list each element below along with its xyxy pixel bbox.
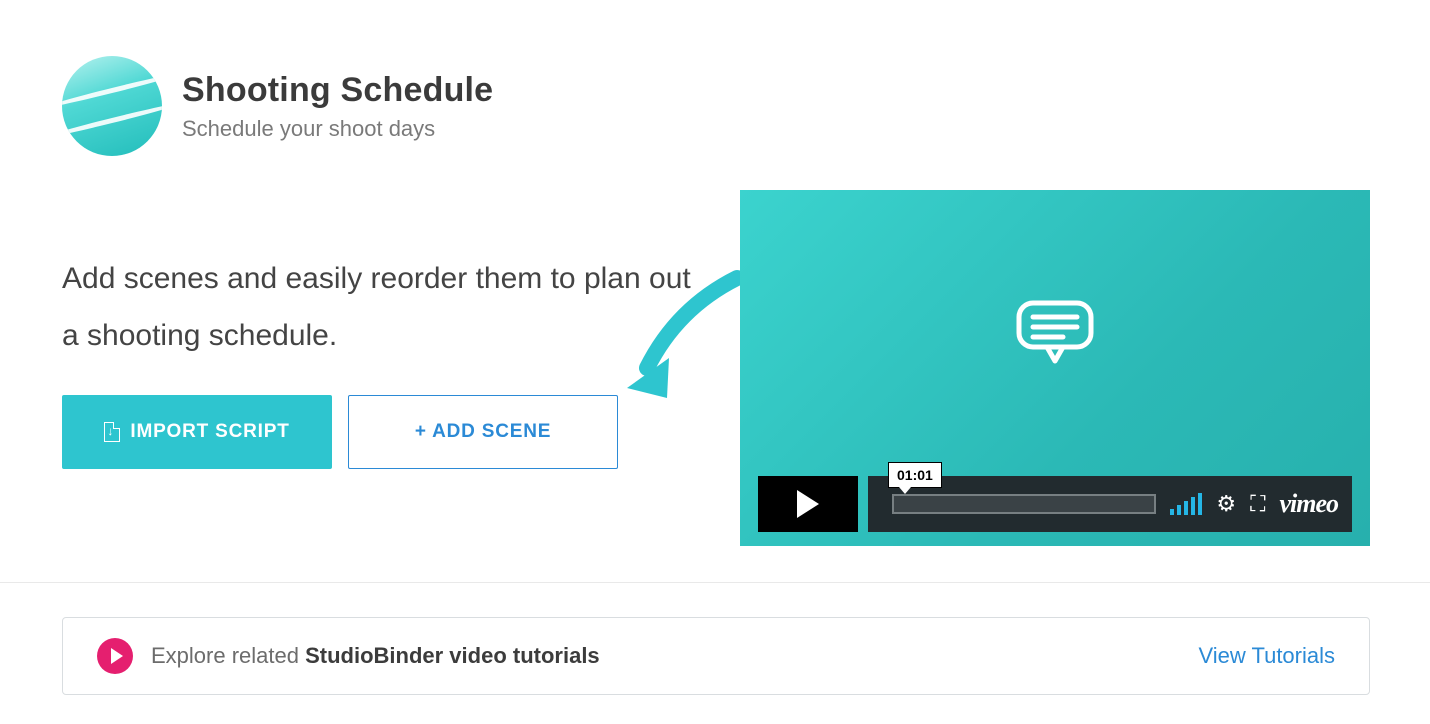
video-control-bar: 01:01 ⚙ ⛶ vimeo bbox=[868, 476, 1352, 532]
import-script-label: IMPORT SCRIPT bbox=[130, 421, 289, 443]
tutorials-banner: Explore related StudioBinder video tutor… bbox=[62, 617, 1370, 695]
page-title: Shooting Schedule bbox=[182, 71, 493, 110]
banner-prefix: Explore related bbox=[151, 643, 305, 668]
shooting-schedule-logo bbox=[62, 56, 162, 156]
speech-bubble-icon bbox=[1013, 297, 1097, 367]
fullscreen-icon[interactable]: ⛶ bbox=[1250, 491, 1265, 517]
volume-icon[interactable] bbox=[1170, 493, 1202, 515]
play-icon bbox=[797, 490, 819, 518]
video-time-tooltip: 01:01 bbox=[888, 462, 942, 488]
banner-play-icon bbox=[97, 638, 133, 674]
add-scene-label: + ADD SCENE bbox=[415, 421, 551, 443]
document-import-icon bbox=[104, 422, 120, 442]
play-icon bbox=[111, 648, 123, 664]
banner-text: Explore related StudioBinder video tutor… bbox=[151, 643, 600, 669]
settings-gear-icon[interactable]: ⚙ bbox=[1216, 491, 1236, 517]
page-subtitle: Schedule your shoot days bbox=[182, 116, 493, 142]
video-progress-bar[interactable]: 01:01 bbox=[892, 494, 1156, 514]
page-header: Shooting Schedule Schedule your shoot da… bbox=[62, 56, 493, 156]
import-script-button[interactable]: IMPORT SCRIPT bbox=[62, 395, 332, 469]
description-text: Add scenes and easily reorder them to pl… bbox=[62, 250, 712, 364]
video-play-button[interactable] bbox=[758, 476, 858, 532]
view-tutorials-link[interactable]: View Tutorials bbox=[1198, 643, 1335, 669]
vimeo-logo[interactable]: vimeo bbox=[1279, 489, 1338, 519]
section-divider bbox=[0, 582, 1430, 583]
banner-strong: StudioBinder video tutorials bbox=[305, 643, 600, 668]
main-area: Add scenes and easily reorder them to pl… bbox=[62, 190, 1370, 550]
action-button-row: IMPORT SCRIPT + ADD SCENE bbox=[62, 395, 618, 469]
tutorial-video-thumbnail[interactable]: 01:01 ⚙ ⛶ vimeo bbox=[740, 190, 1370, 546]
add-scene-button[interactable]: + ADD SCENE bbox=[348, 395, 618, 469]
video-controls: 01:01 ⚙ ⛶ vimeo bbox=[758, 476, 1352, 532]
header-text: Shooting Schedule Schedule your shoot da… bbox=[182, 71, 493, 142]
